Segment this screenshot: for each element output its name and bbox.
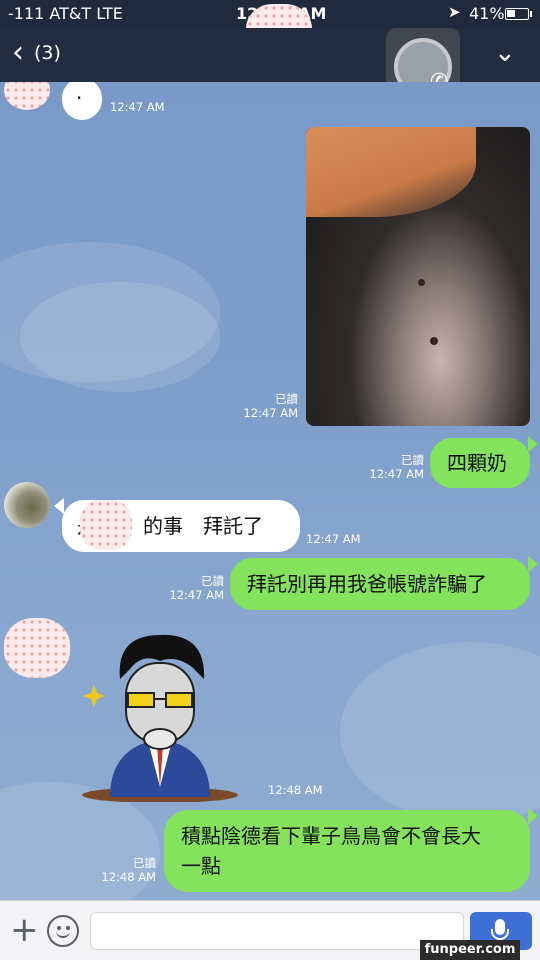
message-text-line2: 一點	[181, 854, 221, 878]
avatar[interactable]	[4, 482, 50, 528]
sticker-message[interactable]	[80, 627, 240, 802]
message-input[interactable]	[90, 912, 464, 950]
sticker-glasses-left	[127, 692, 155, 708]
timestamp: 12:48 AM	[268, 783, 323, 797]
avatar[interactable]	[4, 618, 70, 678]
timestamp: 12:47 AM	[110, 100, 165, 114]
photo-detail	[418, 279, 425, 286]
back-button[interactable]: ‹ (3)	[12, 38, 61, 68]
bubble-tail	[528, 556, 538, 572]
photo-detail	[430, 337, 438, 345]
read-receipt: 已讀 12:47 AM	[243, 392, 298, 420]
photo-arm	[306, 127, 476, 217]
location-arrow-icon: ➤	[448, 3, 461, 21]
message-bubble[interactable]: 四顆奶	[430, 438, 530, 488]
timestamp: 12:47 AM	[306, 532, 361, 546]
message-text-line1: 積點陰德看下輩子鳥鳥會不會長大	[181, 824, 481, 848]
message-text: ·	[76, 86, 83, 110]
read-receipt: 已讀 12:48 AM	[101, 856, 156, 884]
plus-icon[interactable]: +	[10, 913, 39, 947]
message-text: 拜託別再用我爸帳號詐騙了	[247, 572, 487, 596]
read-receipt: 已讀 12:47 AM	[369, 453, 424, 481]
avatar[interactable]	[4, 82, 50, 110]
message-bubble[interactable]: 拜託別再用我爸帳號詐騙了	[230, 558, 530, 610]
sticker-hands	[143, 728, 177, 750]
read-receipt: 已讀 12:47 AM	[169, 574, 224, 602]
cloud	[20, 282, 220, 392]
microphone-stand	[491, 929, 509, 940]
battery-percent: 41%	[469, 4, 505, 23]
smiley-icon[interactable]	[47, 915, 79, 947]
chevron-left-icon: ‹	[12, 35, 24, 70]
bubble-tail	[528, 436, 538, 452]
message-text: 四顆奶	[447, 451, 507, 475]
message-bubble[interactable]: 積點陰德看下輩子鳥鳥會不會長大 一點	[164, 810, 530, 892]
battery-icon	[505, 8, 529, 20]
chat-area[interactable]: · 12:47 AM 已讀12:47 AM 四顆奶 已讀12:47 AM 是 的…	[0, 82, 540, 900]
message-bubble[interactable]: ·	[62, 82, 102, 120]
chat-header: ‹ (3) ✆ ⌄	[0, 28, 540, 106]
cloud	[340, 642, 540, 822]
message-text-end: 的事 拜託了	[143, 514, 263, 538]
carrier-label: -111 AT&T LTE	[8, 4, 123, 23]
photo-message[interactable]	[306, 127, 530, 426]
battery-tip	[530, 11, 532, 17]
sticker-glasses-right	[165, 692, 193, 708]
watermark: funpeer.com	[420, 940, 520, 960]
sparkle-icon	[83, 685, 105, 707]
unread-count: (3)	[34, 42, 61, 64]
censor-blob	[80, 500, 132, 550]
bubble-tail	[528, 808, 538, 824]
bubble-tail	[54, 498, 64, 514]
chevron-down-icon[interactable]: ⌄	[494, 38, 516, 68]
